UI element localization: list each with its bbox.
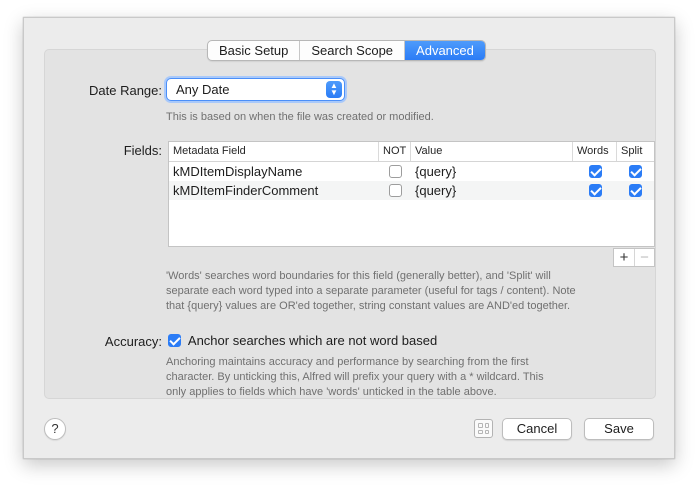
not-checkbox[interactable]: [388, 165, 402, 179]
fields-note: 'Words' searches word boundaries for thi…: [166, 270, 576, 312]
dialog-window: Date Range: Any Date ▲ ▼ This is based on…: [23, 17, 675, 459]
value-cell[interactable]: {query}: [411, 181, 573, 200]
not-checkbox[interactable]: [388, 184, 402, 198]
split-checkbox[interactable]: [629, 184, 642, 198]
grid-icon[interactable]: [474, 419, 493, 438]
value-cell[interactable]: {query}: [411, 162, 573, 181]
anchor-checkbox[interactable]: [168, 334, 181, 348]
words-checkbox[interactable]: [588, 165, 602, 179]
table-header: Metadata Field NOT Value Words Split: [169, 142, 654, 162]
fields-table[interactable]: Metadata Field NOT Value Words Split kMD…: [168, 141, 655, 247]
field-name-cell[interactable]: kMDItemDisplayName: [169, 162, 379, 181]
save-button[interactable]: Save: [584, 418, 654, 440]
date-range-value: Any Date: [176, 82, 230, 97]
anchor-checkbox-label[interactable]: Anchor searches which are not word based: [188, 333, 437, 348]
chevron-updown-icon: ▲ ▼: [326, 81, 342, 98]
column-header-split[interactable]: Split: [617, 142, 654, 161]
column-header-metadata-field[interactable]: Metadata Field: [169, 142, 379, 161]
help-button[interactable]: ?: [44, 418, 66, 440]
field-name-cell[interactable]: kMDItemFinderComment: [169, 181, 379, 200]
column-header-value[interactable]: Value: [411, 142, 573, 161]
column-header-not[interactable]: NOT: [379, 142, 411, 161]
tab-basic-setup[interactable]: Basic Setup: [208, 41, 301, 60]
tab-bar: Basic Setup Search Scope Advanced: [207, 40, 486, 61]
table-row[interactable]: kMDItemDisplayName {query}: [169, 162, 654, 181]
accuracy-label: Accuracy:: [104, 334, 162, 349]
fields-label: Fields:: [123, 143, 162, 158]
advanced-panel: Date Range: Any Date ▲ ▼ This is based on…: [44, 49, 656, 399]
accuracy-note: Anchoring maintains accuracy and perform…: [166, 356, 544, 398]
tab-advanced[interactable]: Advanced: [405, 41, 485, 60]
date-range-label: Date Range:: [89, 83, 162, 98]
column-header-words[interactable]: Words: [573, 142, 617, 161]
add-field-button[interactable]: +: [614, 249, 634, 266]
anchor-checkbox-row[interactable]: Anchor searches which are not word based: [168, 333, 437, 348]
date-range-select[interactable]: Any Date ▲ ▼: [166, 78, 345, 101]
date-range-note: This is based on when the file was creat…: [166, 111, 434, 123]
table-row[interactable]: kMDItemFinderComment {query}: [169, 181, 654, 200]
tab-search-scope[interactable]: Search Scope: [300, 41, 406, 60]
remove-field-button[interactable]: −: [634, 249, 654, 266]
cancel-button[interactable]: Cancel: [502, 418, 572, 440]
split-checkbox[interactable]: [629, 165, 642, 179]
add-remove-control: + −: [613, 248, 655, 267]
words-checkbox[interactable]: [588, 184, 602, 198]
